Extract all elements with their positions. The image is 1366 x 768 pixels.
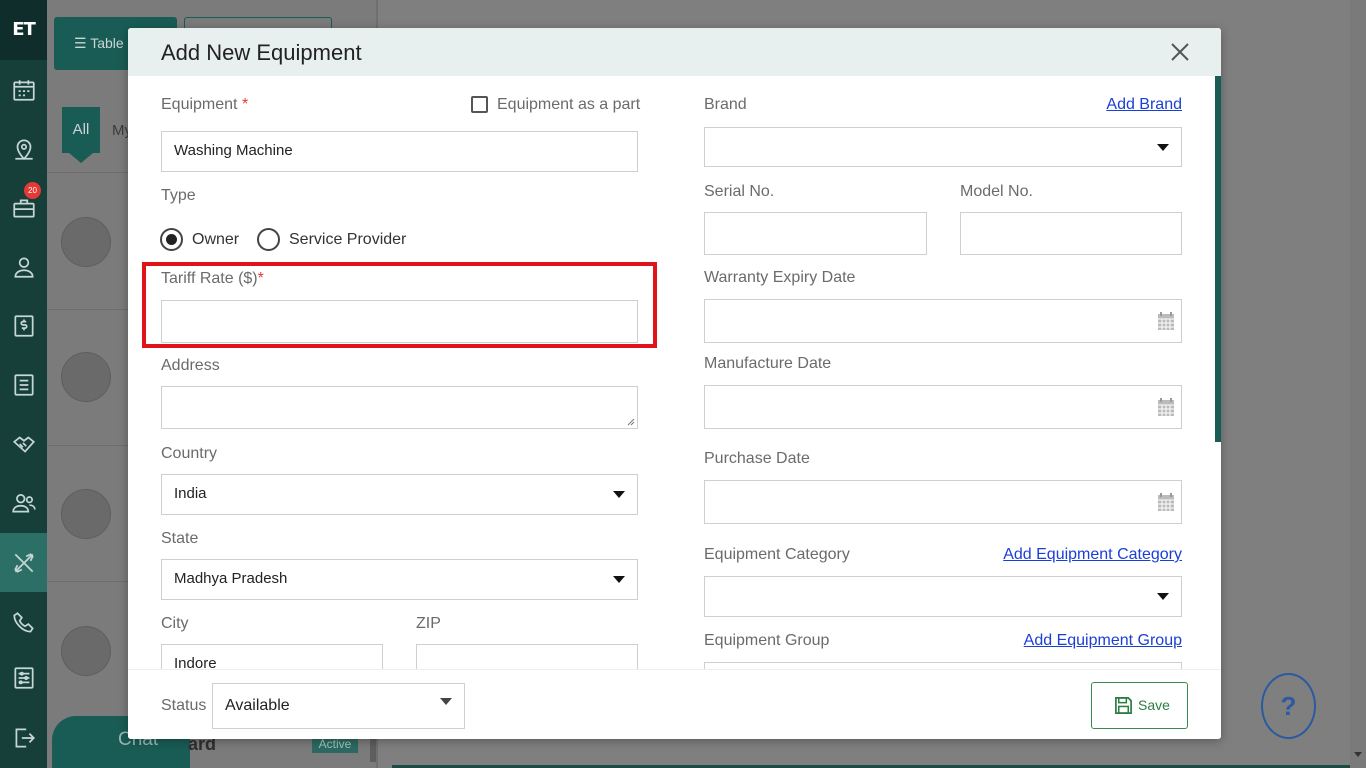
state-select[interactable]: Madhya Pradesh — [161, 559, 638, 600]
serial-no-label: Serial No. — [704, 183, 775, 200]
tools-icon[interactable] — [0, 533, 47, 592]
page-scrollbar[interactable] — [1350, 0, 1366, 768]
add-equipment-category-link[interactable]: Add Equipment Category — [1003, 546, 1182, 564]
model-no-label: Model No. — [960, 183, 1033, 200]
manufacture-date-input[interactable] — [704, 385, 1182, 429]
type-label: Type — [161, 187, 196, 204]
calendar-icon[interactable] — [0, 60, 47, 119]
app-logo[interactable]: ET — [0, 0, 47, 60]
city-label: City — [161, 615, 189, 632]
equipment-thumbnail — [61, 626, 111, 676]
users-icon[interactable] — [0, 473, 47, 532]
chevron-down-icon — [613, 576, 625, 583]
serial-no-input[interactable] — [704, 212, 927, 255]
equipment-category-label: Equipment Category — [704, 546, 850, 563]
modal-footer: Status Available Save — [128, 669, 1221, 739]
calendar-icon[interactable] — [1157, 397, 1175, 417]
user-icon[interactable] — [0, 237, 47, 296]
add-equipment-modal: Add New Equipment Equipment * Equipment … — [128, 28, 1221, 739]
calendar-icon[interactable] — [1157, 492, 1175, 512]
list-icon[interactable] — [0, 355, 47, 414]
equipment-thumbnail — [61, 217, 111, 267]
country-label: Country — [161, 445, 218, 462]
nav-rail: ET 20 — [0, 0, 47, 768]
equipment-group-label: Equipment Group — [704, 632, 830, 649]
type-service-provider-label: Service Provider — [289, 231, 407, 248]
modal-scrollbar[interactable] — [1215, 76, 1221, 442]
list-scrollbar[interactable] — [370, 738, 376, 762]
equipment-name-input[interactable]: Washing Machine — [161, 131, 638, 172]
warranty-expiry-label: Warranty Expiry Date — [704, 269, 856, 286]
equipment-label: Equipment * — [161, 96, 249, 113]
modal-body: Equipment * Equipment as a part Washing … — [128, 76, 1221, 669]
save-label: Save — [1138, 697, 1170, 713]
save-button[interactable]: Save — [1091, 682, 1188, 729]
chevron-down-icon — [1157, 593, 1169, 600]
equipment-thumbnail — [61, 489, 111, 539]
handshake-icon[interactable] — [0, 414, 47, 473]
model-no-input[interactable] — [960, 212, 1182, 255]
tariff-rate-input[interactable] — [161, 300, 638, 343]
country-value: India — [174, 485, 207, 502]
resize-handle-icon[interactable] — [627, 418, 635, 426]
settings-list-icon[interactable] — [0, 648, 47, 707]
manufacture-date-label: Manufacture Date — [704, 355, 832, 372]
status-label: Status — [161, 697, 207, 714]
address-textarea[interactable] — [161, 386, 638, 429]
purchase-date-label: Purchase Date — [704, 450, 810, 467]
warranty-expiry-date-input[interactable] — [704, 299, 1182, 343]
brand-label: Brand — [704, 96, 747, 113]
type-owner-radio[interactable] — [160, 228, 183, 251]
state-value: Madhya Pradesh — [174, 570, 288, 587]
zip-label: ZIP — [416, 615, 441, 632]
zip-input[interactable] — [416, 644, 638, 669]
tab-all[interactable]: All — [62, 107, 100, 163]
address-label: Address — [161, 357, 220, 374]
scroll-down-icon[interactable] — [1354, 752, 1362, 757]
chevron-down-icon — [440, 698, 452, 705]
save-icon — [1115, 697, 1132, 714]
equipment-group-select[interactable] — [704, 662, 1182, 669]
add-brand-link[interactable]: Add Brand — [1106, 96, 1182, 114]
country-select[interactable]: India — [161, 474, 638, 515]
status-value: Available — [225, 697, 290, 714]
tariff-rate-label: Tariff Rate ($)* — [161, 270, 264, 287]
dollar-icon[interactable] — [0, 296, 47, 355]
equipment-as-part-label: Equipment as a part — [497, 96, 641, 113]
table-view-label: Table — [90, 35, 124, 51]
city-input[interactable]: Indore — [161, 644, 383, 669]
logout-icon[interactable] — [0, 708, 47, 767]
help-button[interactable]: ? — [1261, 673, 1316, 739]
modal-title: Add New Equipment — [161, 40, 362, 65]
chevron-down-icon — [1157, 144, 1169, 151]
calendar-icon[interactable] — [1157, 311, 1175, 331]
close-icon[interactable] — [1169, 41, 1191, 63]
type-owner-label: Owner — [192, 231, 240, 248]
phone-icon[interactable] — [0, 593, 47, 652]
purchase-date-input[interactable] — [704, 480, 1182, 524]
status-select[interactable]: Available — [212, 683, 465, 729]
equipment-as-part-checkbox[interactable] — [471, 96, 488, 113]
chevron-down-icon — [613, 491, 625, 498]
equipment-category-select[interactable] — [704, 576, 1182, 617]
equipment-thumbnail — [61, 352, 111, 402]
state-label: State — [161, 530, 199, 547]
map-pin-icon[interactable] — [0, 119, 47, 178]
modal-header: Add New Equipment — [128, 28, 1221, 76]
brand-select[interactable] — [704, 127, 1182, 167]
type-service-provider-radio[interactable] — [257, 228, 280, 251]
notification-badge: 20 — [24, 182, 41, 199]
add-equipment-group-link[interactable]: Add Equipment Group — [1024, 632, 1182, 650]
